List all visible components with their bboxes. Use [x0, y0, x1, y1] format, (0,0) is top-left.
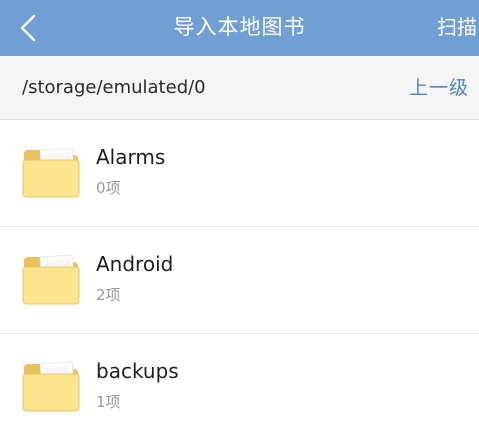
path-bar: /storage/emulated/0 上一级 — [0, 56, 479, 120]
item-count: 1项 — [96, 393, 121, 411]
up-one-level-button[interactable]: 上一级 — [409, 56, 469, 120]
folder-icon — [22, 147, 80, 198]
file-name: Alarms — [96, 145, 166, 169]
list-item-alarms[interactable]: Alarms 0项 — [0, 120, 479, 227]
file-name: Android — [96, 252, 174, 276]
page-title: 导入本地图书 — [173, 15, 306, 39]
folder-icon — [22, 254, 80, 305]
item-count: 2项 — [96, 286, 121, 304]
file-name: backups — [96, 359, 179, 383]
folder-icon — [22, 361, 80, 412]
list-item-backups[interactable]: backups 1项 — [0, 334, 479, 422]
top-bar: 导入本地图书 扫描 — [0, 0, 479, 56]
file-list: Alarms 0项 Android 2项 backups 1项 — [0, 120, 479, 422]
scan-button[interactable]: 扫描 — [437, 0, 479, 56]
import-local-books-screen: 导入本地图书 扫描 /storage/emulated/0 上一级 Alarms… — [0, 0, 479, 422]
item-count: 0项 — [96, 179, 121, 197]
list-item-android[interactable]: Android 2项 — [0, 227, 479, 334]
current-path: /storage/emulated/0 — [22, 77, 206, 98]
